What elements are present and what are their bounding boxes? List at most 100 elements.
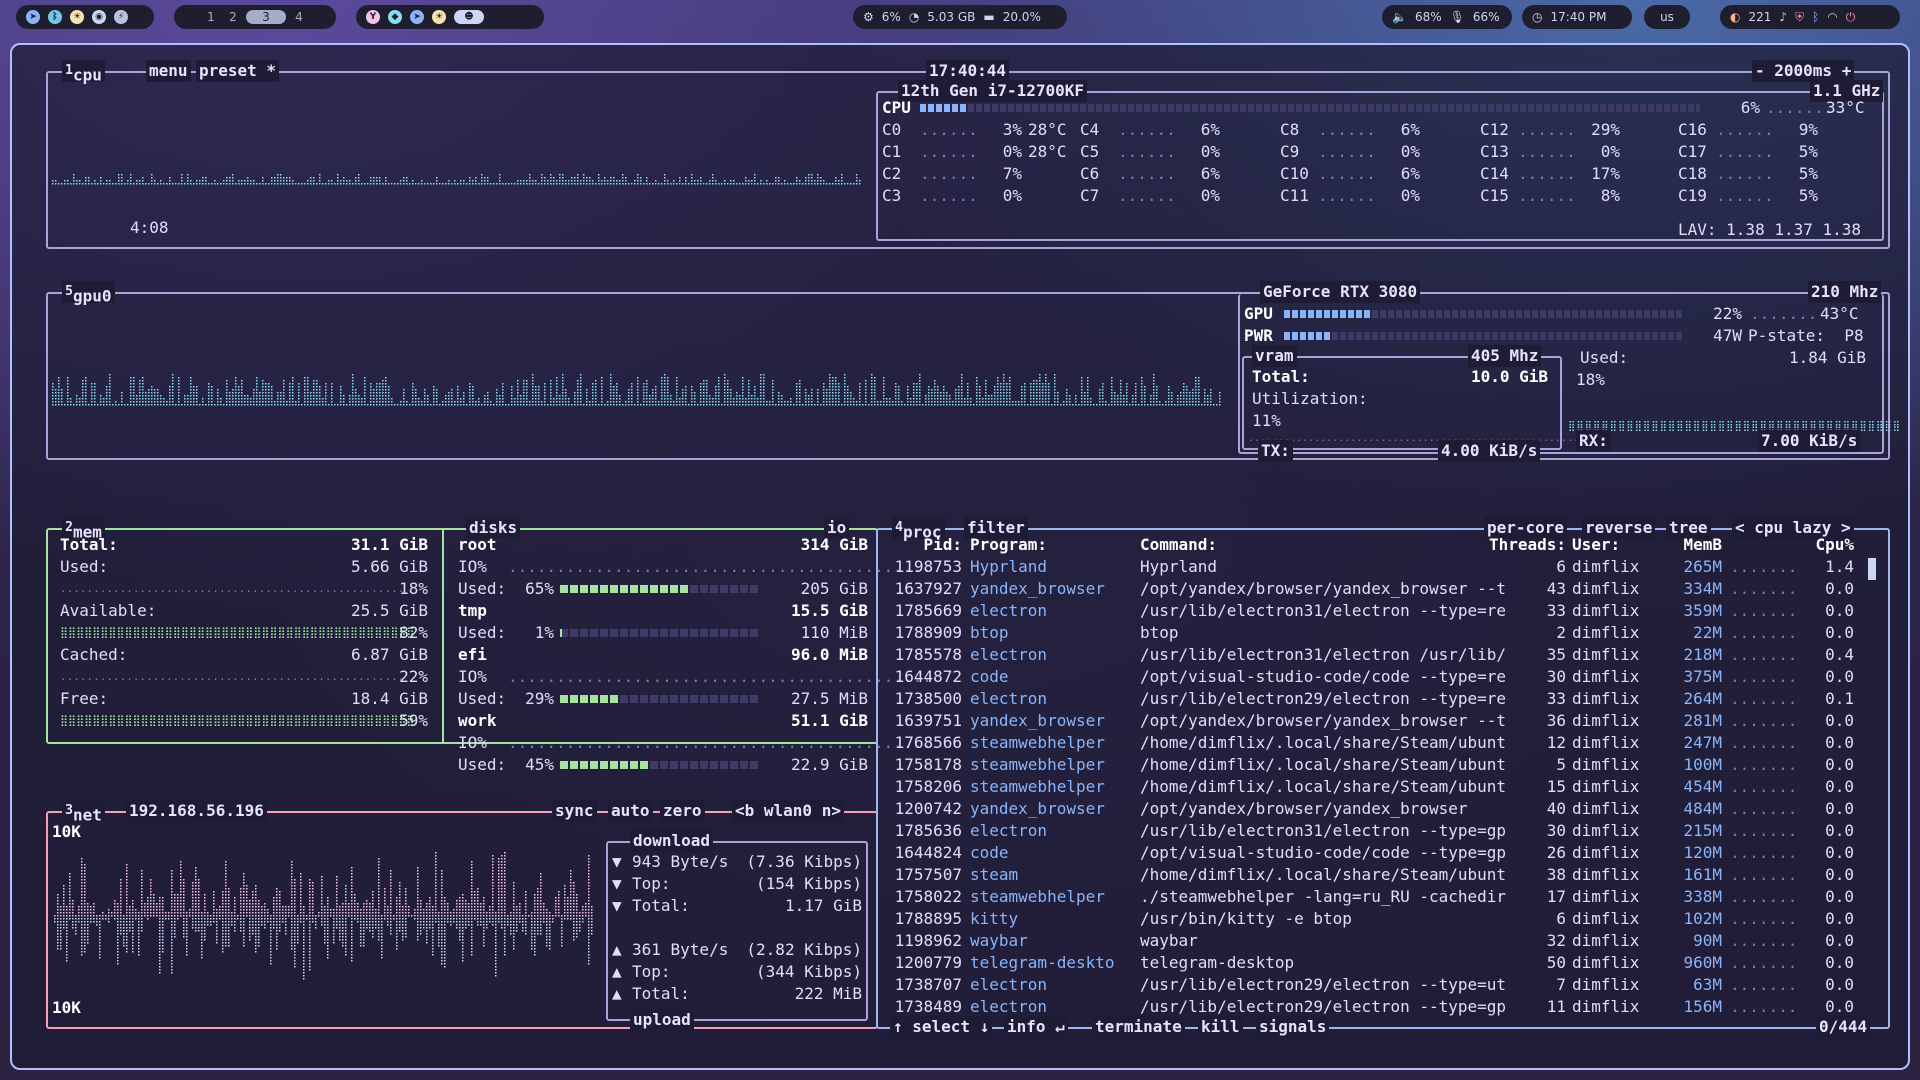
graph-dot bbox=[498, 879, 500, 881]
graph-dot bbox=[664, 183, 666, 185]
graph-dot bbox=[646, 404, 648, 406]
graph-dot bbox=[415, 395, 417, 397]
graph-dot bbox=[352, 386, 354, 388]
graph-dot bbox=[501, 864, 503, 866]
cpu-preset-button[interactable]: preset * bbox=[196, 60, 280, 82]
graph-dot bbox=[553, 398, 555, 400]
graph-dot bbox=[763, 183, 765, 185]
graph-dot bbox=[1186, 404, 1188, 406]
graph-dot bbox=[162, 924, 164, 926]
cpu-interval[interactable]: - 2000ms + bbox=[1752, 60, 1855, 82]
graph-dot bbox=[367, 404, 369, 406]
sun-icon[interactable]: ☀ bbox=[70, 10, 84, 24]
graph-dot bbox=[171, 882, 173, 884]
active-app-icon[interactable]: ☻ bbox=[454, 10, 484, 24]
graph-dot bbox=[495, 939, 497, 941]
graph-dot bbox=[436, 392, 438, 394]
gpu-box-title[interactable]: 5gpu0 bbox=[62, 281, 115, 305]
net-zero-toggle[interactable]: zero bbox=[660, 800, 705, 822]
shield-icon[interactable]: ⛨ bbox=[1795, 10, 1804, 25]
vscode-icon[interactable]: ◆ bbox=[388, 10, 402, 24]
plug-icon[interactable]: ⚡ bbox=[114, 10, 128, 24]
workspace-2[interactable]: 2 bbox=[224, 10, 242, 24]
graph-dot bbox=[480, 915, 482, 917]
graph-dot bbox=[345, 900, 347, 902]
graph-dot bbox=[154, 183, 156, 185]
weather-icon[interactable]: ☀ bbox=[432, 10, 446, 24]
graph-dot bbox=[946, 398, 948, 400]
graph-dot bbox=[159, 924, 161, 926]
graph-dot bbox=[372, 930, 374, 932]
graph-dot bbox=[883, 383, 885, 385]
graph-dot bbox=[276, 909, 278, 911]
disk-name[interactable]: tmp bbox=[458, 600, 487, 622]
keyboard-layout[interactable]: us bbox=[1644, 5, 1690, 29]
net-box-title[interactable]: 3net bbox=[62, 800, 105, 824]
graph-dot bbox=[172, 183, 174, 185]
graph-dot bbox=[132, 942, 134, 944]
mem-row-pct: 82% bbox=[399, 623, 428, 642]
yandex-icon[interactable]: Y bbox=[366, 10, 380, 24]
graph-dot bbox=[219, 918, 221, 920]
disk-name[interactable]: efi bbox=[458, 644, 487, 666]
mic-icon[interactable]: 🎙 bbox=[1450, 10, 1465, 24]
graph-dot bbox=[958, 389, 960, 391]
workspace-3[interactable]: 3 bbox=[246, 10, 286, 24]
graph-dot bbox=[63, 900, 65, 902]
graph-dot bbox=[189, 909, 191, 911]
graph-dot bbox=[441, 924, 443, 926]
power-icon[interactable]: ⏻ bbox=[1846, 10, 1856, 25]
disk-name[interactable]: work bbox=[458, 710, 497, 732]
graph-dot bbox=[343, 183, 345, 185]
bluetooth-icon[interactable]: ᛒ bbox=[48, 10, 62, 24]
graph-dot bbox=[121, 183, 123, 185]
graph-dot bbox=[441, 918, 443, 920]
mic-value[interactable]: 66% bbox=[1473, 10, 1500, 24]
graph-dot bbox=[283, 180, 285, 182]
graph-dot bbox=[796, 401, 798, 403]
graph-dot bbox=[345, 930, 347, 932]
graph-dot bbox=[129, 909, 131, 911]
graph-dot bbox=[384, 909, 386, 911]
disk-name[interactable]: root bbox=[458, 534, 497, 556]
net-interface-selector[interactable]: <b wlan0 n> bbox=[732, 800, 844, 822]
volume-icon[interactable]: 🔈 bbox=[1392, 10, 1407, 24]
vram-total-label: Total: bbox=[1252, 367, 1310, 386]
telegram-icon[interactable]: ➤ bbox=[26, 10, 40, 24]
graph-dot bbox=[291, 897, 293, 899]
telegram-app-icon[interactable]: ➤ bbox=[410, 10, 424, 24]
graph-dot bbox=[180, 885, 182, 887]
graph-dot bbox=[1075, 401, 1077, 403]
graph-dot bbox=[69, 885, 71, 887]
graph-dot bbox=[258, 909, 260, 911]
net-auto-toggle[interactable]: auto bbox=[608, 800, 653, 822]
net-sync-toggle[interactable]: sync bbox=[552, 800, 597, 822]
wifi-icon[interactable]: ◠ bbox=[1827, 10, 1837, 24]
steam-icon[interactable]: ◉ bbox=[92, 10, 106, 24]
update-icon[interactable]: ◐ bbox=[1730, 10, 1740, 24]
volume-value[interactable]: 68% bbox=[1415, 10, 1442, 24]
graph-dot bbox=[871, 377, 873, 379]
graph-dot bbox=[460, 398, 462, 400]
workspace-1[interactable]: 1 bbox=[202, 10, 220, 24]
graph-dot bbox=[436, 395, 438, 397]
graph-dot bbox=[994, 404, 996, 406]
graph-dot bbox=[553, 183, 555, 185]
graph-dot bbox=[772, 389, 774, 391]
graph-dot bbox=[823, 383, 825, 385]
graph-dot bbox=[796, 183, 798, 185]
graph-dot bbox=[477, 924, 479, 926]
bluetooth-tray-icon[interactable]: ᛒ bbox=[1812, 10, 1819, 24]
graph-dot bbox=[360, 936, 362, 938]
workspace-4[interactable]: 4 bbox=[290, 10, 308, 24]
cpu-box-title[interactable]: 1cpu bbox=[62, 60, 105, 84]
clock[interactable]: 17:40 PM bbox=[1550, 10, 1606, 24]
notification-icon[interactable]: ♪ bbox=[1779, 10, 1787, 24]
cpu-menu-button[interactable]: menu bbox=[146, 60, 191, 82]
graph-dot bbox=[171, 939, 173, 941]
graph-dot bbox=[273, 924, 275, 926]
graph-dot bbox=[126, 912, 128, 914]
graph-dot bbox=[1045, 398, 1047, 400]
graph-dot bbox=[712, 404, 714, 406]
graph-dot bbox=[106, 183, 108, 185]
